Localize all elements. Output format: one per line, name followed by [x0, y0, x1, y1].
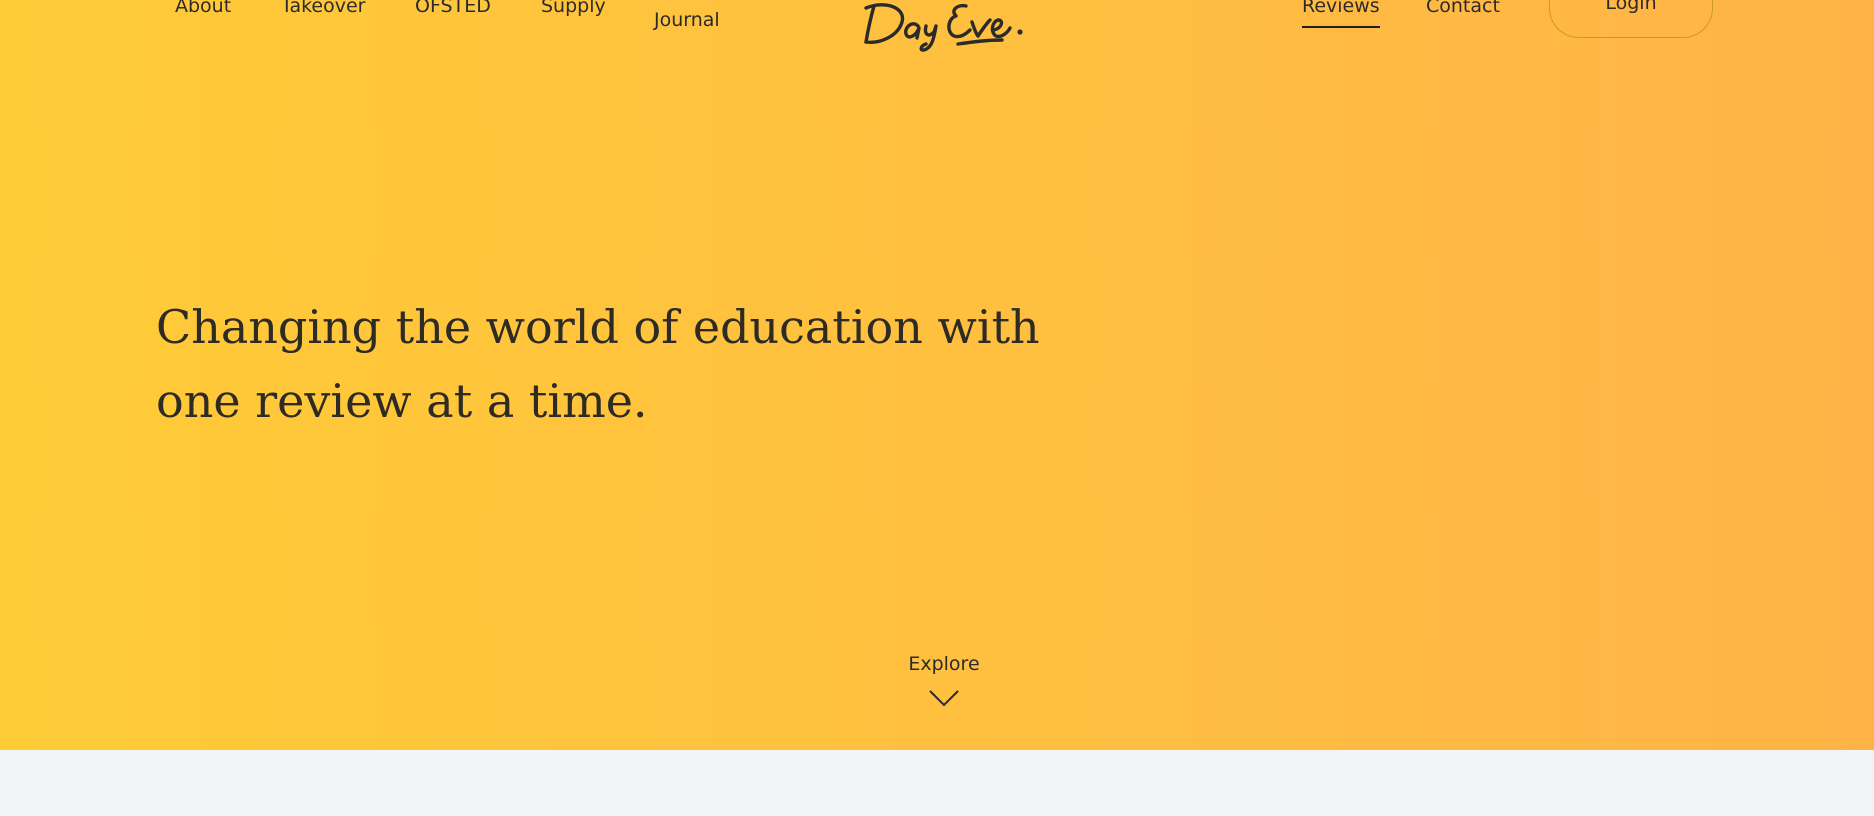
login-button[interactable]: Login: [1549, 0, 1713, 38]
nav-link-journal[interactable]: Journal: [654, 8, 720, 32]
nav-link-about[interactable]: About: [175, 0, 231, 18]
nav-link-supply[interactable]: Supply: [541, 0, 606, 18]
nav-link-ofsted[interactable]: OFSTED: [415, 0, 491, 18]
nav-link-reviews[interactable]: Reviews: [1302, 0, 1380, 28]
explore-label: Explore: [908, 653, 980, 675]
content-section: [0, 750, 1874, 816]
hero-headline: Changing the world of education with one…: [156, 300, 1040, 428]
login-button-label: Login: [1605, 0, 1657, 14]
hero-section: About Takeover OFSTED Supply Journal Rev…: [0, 0, 1874, 750]
chevron-down-icon: [929, 690, 959, 707]
explore-link[interactable]: Explore: [887, 652, 1001, 708]
nav-link-contact[interactable]: Contact: [1426, 0, 1500, 18]
brand-logo[interactable]: [862, 0, 1032, 54]
nav-link-takeover[interactable]: Takeover: [281, 0, 366, 18]
